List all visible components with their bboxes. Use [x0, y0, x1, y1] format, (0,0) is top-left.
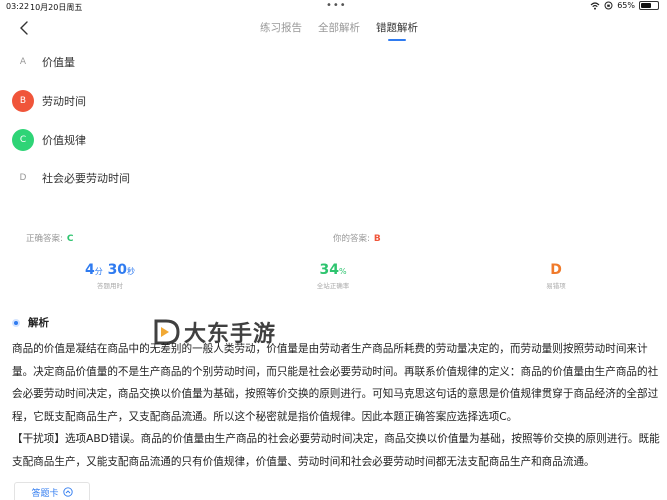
rate-caption: 全站正确率 — [316, 282, 350, 290]
correct-answer: 正确答案: C — [26, 232, 73, 244]
rate-unit: % — [338, 267, 347, 276]
status-right: 65% — [590, 1, 659, 10]
option-letter: B — [12, 90, 34, 112]
option-letter: A — [19, 57, 27, 67]
chevron-up-circle-icon — [62, 487, 73, 497]
back-chevron-icon[interactable] — [16, 19, 34, 37]
status-bar: 03:22 10月20日周五 ••• 65% — [0, 0, 667, 14]
wrong-value: D — [550, 262, 562, 278]
your-answer-value: B — [373, 234, 381, 244]
stat-correct-rate: 34% 全站正确率 — [273, 262, 393, 290]
time-min: 4 — [84, 262, 95, 278]
option-a[interactable]: A 价值量 — [12, 50, 75, 74]
your-answer-label: 你的答案: — [333, 234, 370, 244]
rate-value: 34 — [319, 262, 339, 278]
option-text: 价值规律 — [42, 134, 86, 147]
option-letter: D — [19, 173, 27, 183]
analysis-distractor-paragraph: 【干扰项】选项ABD错误。商品的价值量由生产商品的社会必要劳动时间决定，商品交换… — [12, 433, 660, 468]
tab-all-analysis[interactable]: 全部解析 — [316, 20, 362, 35]
analysis-paragraph: 商品的价值是凝结在商品中的无差别的一般人类劳动，价值量是由劳动者生产商品所耗费的… — [12, 343, 659, 423]
correct-answer-value: C — [66, 234, 74, 244]
answer-card-label: 答题卡 — [31, 488, 59, 499]
top-nav: 练习报告 全部解析 错题解析 — [0, 14, 667, 42]
wifi-icon — [590, 1, 600, 10]
option-text: 价值量 — [42, 56, 75, 69]
analysis-header: 解析 — [12, 315, 49, 330]
stat-wrong-item: D 易错项 — [496, 262, 616, 290]
correct-answer-label: 正确答案: — [26, 234, 63, 244]
option-text: 劳动时间 — [42, 95, 86, 108]
option-letter: C — [12, 129, 34, 151]
time-sec-unit: 秒 — [127, 267, 136, 276]
analysis-body: 商品的价值是凝结在商品中的无差别的一般人类劳动，价值量是由劳动者生产商品所耗费的… — [12, 338, 660, 473]
option-text: 社会必要劳动时间 — [42, 172, 130, 185]
option-c[interactable]: C 价值规律 — [12, 128, 86, 152]
status-date: 10月20日周五 — [30, 3, 83, 12]
wrong-caption: 易错项 — [546, 282, 566, 290]
multitask-dots-icon[interactable]: ••• — [326, 0, 347, 11]
tab-wrong-analysis[interactable]: 错题解析 — [374, 20, 420, 41]
status-time: 03:22 — [6, 2, 30, 11]
time-caption: 答题用时 — [97, 282, 123, 290]
your-answer: 你的答案: B — [333, 232, 381, 244]
analysis-dot-icon — [12, 318, 20, 327]
time-min-unit: 分 — [94, 267, 103, 276]
stat-time: 4分 30秒 答题用时 — [50, 262, 170, 290]
option-b[interactable]: B 劳动时间 — [12, 89, 86, 113]
battery-icon — [639, 1, 659, 10]
tab-practice-report[interactable]: 练习报告 — [258, 20, 304, 35]
battery-percent: 65% — [617, 1, 635, 10]
analysis-title: 解析 — [28, 317, 49, 329]
time-sec: 30 — [107, 262, 128, 278]
rotation-lock-icon — [604, 1, 613, 10]
tab-bar: 练习报告 全部解析 错题解析 — [258, 20, 420, 41]
answer-card-button[interactable]: 答题卡 — [14, 482, 90, 500]
option-d[interactable]: D 社会必要劳动时间 — [12, 166, 130, 190]
